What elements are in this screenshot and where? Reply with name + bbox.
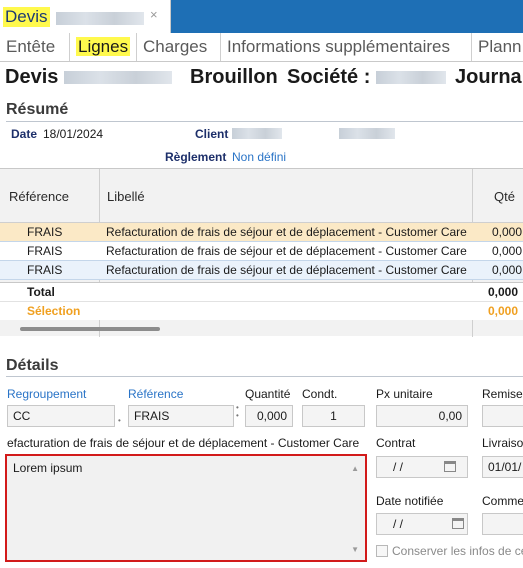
headline-journal-label: Journal bbox=[455, 66, 523, 88]
client-label: Client bbox=[195, 127, 229, 141]
date-label: Date bbox=[11, 127, 38, 141]
stepper-icon[interactable]: • • bbox=[236, 404, 239, 420]
contrat-label: Contrat bbox=[376, 436, 416, 450]
livraison-date-field[interactable]: 01/01/ bbox=[482, 456, 523, 478]
selection-value: 0,000 bbox=[488, 304, 519, 318]
scroll-down-icon[interactable]: ▼ bbox=[351, 545, 359, 554]
selection-row: Sélection 0,000 bbox=[0, 301, 523, 320]
tab-charges[interactable]: Charges bbox=[137, 33, 221, 61]
redacted-societe bbox=[376, 71, 446, 84]
column-header-libelle[interactable]: Libellé bbox=[107, 189, 145, 204]
condt-field[interactable]: 1 bbox=[302, 405, 365, 427]
column-header-qte[interactable]: Qté bbox=[494, 189, 515, 204]
date-value: 18/01/2024 bbox=[43, 127, 104, 141]
tab-lignes[interactable]: Lignes bbox=[70, 33, 137, 61]
calendar-icon[interactable] bbox=[444, 461, 456, 472]
redacted-doc-number bbox=[56, 12, 144, 25]
px-unitaire-label: Px unitaire bbox=[376, 387, 433, 401]
quantite-label: Quantité bbox=[245, 387, 291, 401]
regroupement-field[interactable]: CC bbox=[7, 405, 115, 427]
commentaire-field[interactable] bbox=[482, 513, 523, 535]
details-divider bbox=[6, 376, 523, 377]
row-qty: 0,000 bbox=[492, 244, 523, 258]
tab-entete[interactable]: Entête bbox=[0, 33, 70, 61]
quantite-field[interactable]: 0,000 bbox=[245, 405, 293, 427]
row-qty: 0,000 bbox=[492, 263, 523, 277]
tab-bar: Entête Lignes Charges Informations suppl… bbox=[0, 33, 523, 62]
livraison-label: Livraison bbox=[482, 436, 523, 450]
calendar-icon[interactable] bbox=[452, 518, 464, 529]
row-libelle: Refacturation de frais de séjour et de d… bbox=[106, 244, 467, 258]
memo-text: Lorem ipsum bbox=[13, 461, 83, 475]
date-notifiee-value: / / bbox=[393, 517, 404, 531]
resume-title: Résumé bbox=[6, 101, 69, 118]
remise-field[interactable] bbox=[482, 405, 523, 427]
tab-informations-supplementaires[interactable]: Informations supplémentaires bbox=[221, 33, 472, 61]
tab-planning[interactable]: Plann bbox=[472, 33, 523, 61]
contrat-date-value: / / bbox=[393, 460, 404, 474]
selection-label: Sélection bbox=[27, 304, 81, 318]
grid-header: Référence Libellé Qté bbox=[0, 169, 523, 223]
redacted-client-code bbox=[232, 128, 282, 139]
condt-label: Condt. bbox=[302, 387, 338, 401]
table-row[interactable]: FRAIS Refacturation de frais de séjour e… bbox=[0, 242, 523, 261]
horizontal-scrollbar[interactable] bbox=[20, 327, 160, 331]
reference-label: Référence bbox=[128, 387, 184, 401]
reference-field[interactable]: FRAIS bbox=[128, 405, 234, 427]
conserver-checkbox[interactable] bbox=[376, 545, 388, 557]
table-row[interactable]: FRAIS Refacturation de frais de séjour e… bbox=[0, 223, 523, 242]
row-reference: FRAIS bbox=[27, 244, 63, 258]
total-label: Total bbox=[27, 285, 55, 299]
regroupement-label: Regroupement bbox=[7, 387, 87, 401]
memo-textarea[interactable]: Lorem ipsum ▲ ▼ bbox=[5, 454, 367, 562]
remise-label: Remise bbox=[482, 387, 523, 401]
resume-divider bbox=[6, 121, 523, 122]
total-row: Total 0,000 bbox=[0, 282, 523, 301]
headline-societe-label: Société : bbox=[287, 66, 371, 88]
commentaire-label: Comme bbox=[482, 494, 523, 508]
headline-prefix: Devis bbox=[5, 66, 59, 88]
date-notifiee-label: Date notifiée bbox=[376, 494, 444, 508]
libelle-label: efacturation de frais de séjour et de dé… bbox=[7, 436, 360, 450]
row-libelle: Refacturation de frais de séjour et de d… bbox=[106, 225, 467, 239]
px-unitaire-field[interactable]: 0,00 bbox=[376, 405, 468, 427]
lines-grid: Référence Libellé Qté FRAIS Refacturatio… bbox=[0, 168, 523, 337]
table-row[interactable]: FRAIS Refacturation de frais de séjour e… bbox=[0, 261, 523, 280]
row-libelle: Refacturation de frais de séjour et de d… bbox=[106, 263, 467, 277]
reglement-value[interactable]: Non défini bbox=[232, 150, 286, 164]
headline-status: Brouillon bbox=[190, 66, 278, 88]
total-value: 0,000 bbox=[488, 285, 519, 299]
document-tab[interactable]: Devis × bbox=[0, 0, 171, 33]
row-qty: 0,000 bbox=[492, 225, 523, 239]
redacted-client-name bbox=[339, 128, 395, 139]
conserver-label: Conserver les infos de ce bbox=[392, 544, 523, 558]
row-reference: FRAIS bbox=[27, 263, 63, 277]
details-title: Détails bbox=[6, 357, 59, 374]
close-icon[interactable]: × bbox=[150, 7, 158, 22]
document-headline: Devis Brouillon Société : Journal bbox=[0, 63, 523, 93]
column-header-reference[interactable]: Référence bbox=[9, 189, 69, 204]
reglement-label: Règlement bbox=[165, 150, 227, 164]
document-tab-title: Devis bbox=[3, 7, 50, 27]
lookup-icon[interactable]: • bbox=[118, 416, 121, 425]
row-reference: FRAIS bbox=[27, 225, 63, 239]
redacted-number bbox=[64, 71, 172, 84]
scroll-up-icon[interactable]: ▲ bbox=[351, 464, 359, 473]
